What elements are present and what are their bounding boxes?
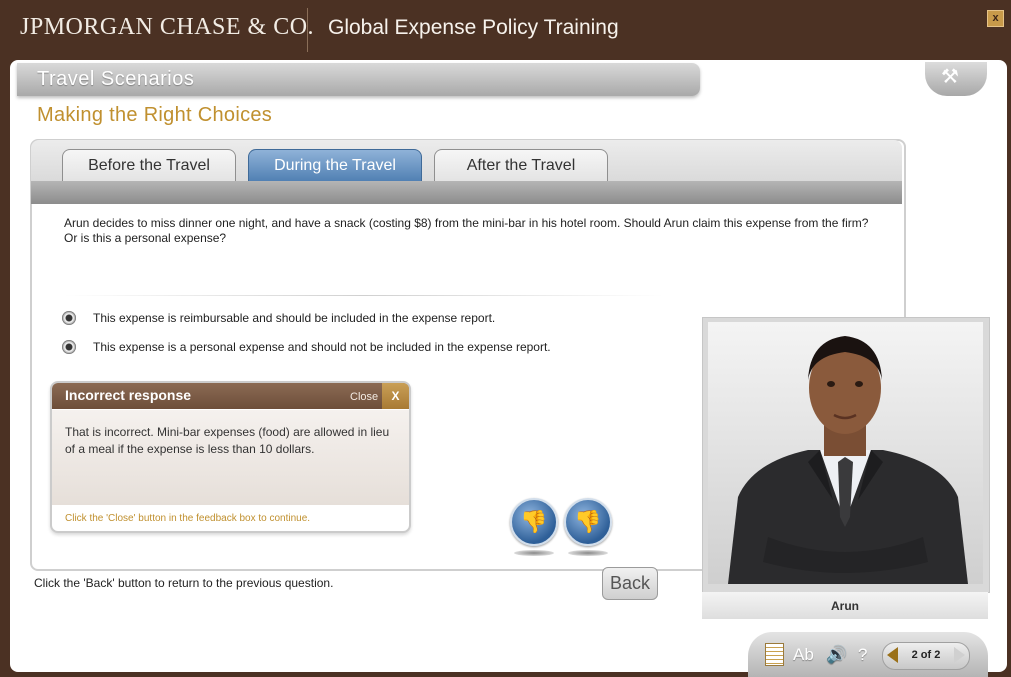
character-name: Arun (831, 599, 859, 613)
answer-option-label: This expense is a personal expense and s… (93, 340, 551, 354)
radio-button-selected[interactable] (62, 340, 76, 354)
button-shadow (514, 550, 554, 556)
tab-during-the-travel[interactable]: During the Travel (248, 149, 422, 182)
feedback-body: That is incorrect. Mini-bar expenses (fo… (52, 410, 409, 505)
thumbs-down-icon[interactable]: 👎 (564, 498, 612, 546)
radio-button[interactable] (62, 311, 76, 325)
next-page-icon[interactable] (954, 647, 965, 663)
jpmorgan-logo: JPMORGAN CHASE & CO. (20, 14, 315, 40)
character-name-bar: Arun (702, 592, 988, 619)
close-app-button[interactable]: x (987, 10, 1004, 27)
tab-content-header-bar (31, 181, 902, 204)
answer-option-personal[interactable]: This expense is a personal expense and s… (62, 340, 602, 358)
feedback-box: Incorrect response Close X That is incor… (50, 381, 411, 533)
tab-before-the-travel[interactable]: Before the Travel (62, 149, 236, 182)
course-title: Global Expense Policy Training (328, 16, 619, 39)
feedback-close-link[interactable]: Close (350, 391, 378, 403)
text-size-icon[interactable]: Ab (793, 645, 814, 665)
header-divider (307, 8, 308, 52)
section-title: Travel Scenarios (37, 68, 195, 90)
page-subtitle: Making the Right Choices (37, 104, 273, 126)
speaker-icon[interactable]: 🔊 (826, 645, 847, 665)
tools-icon[interactable]: ⚒ (941, 64, 959, 89)
help-icon[interactable]: ? (858, 645, 867, 665)
question-divider (64, 295, 664, 296)
back-button[interactable]: Back (602, 567, 658, 600)
feedback-footer-hint: Click the 'Close' button in the feedback… (65, 513, 311, 524)
tab-after-the-travel[interactable]: After the Travel (434, 149, 608, 182)
character-photo (708, 322, 983, 584)
back-instruction: Click the 'Back' button to return to the… (34, 576, 334, 590)
businessman-portrait (728, 336, 968, 584)
feedback-message: That is incorrect. Mini-bar expenses (fo… (65, 425, 390, 456)
question-text: Arun decides to miss dinner one night, a… (64, 216, 869, 245)
feedback-title: Incorrect response (65, 387, 192, 403)
feedback-header: Incorrect response Close X (52, 383, 409, 409)
answer-option-reimbursable[interactable]: This expense is reimbursable and should … (62, 311, 582, 329)
notes-icon[interactable] (765, 643, 784, 666)
page-navigator: 2 of 2 (882, 642, 970, 670)
button-shadow (568, 550, 608, 556)
app-header: JPMORGAN CHASE & CO. Global Expense Poli… (0, 0, 1011, 60)
answer-option-label: This expense is reimbursable and should … (93, 311, 496, 325)
thumbs-down-icon[interactable]: 👎 (510, 498, 558, 546)
feedback-close-button[interactable]: X (382, 383, 409, 409)
